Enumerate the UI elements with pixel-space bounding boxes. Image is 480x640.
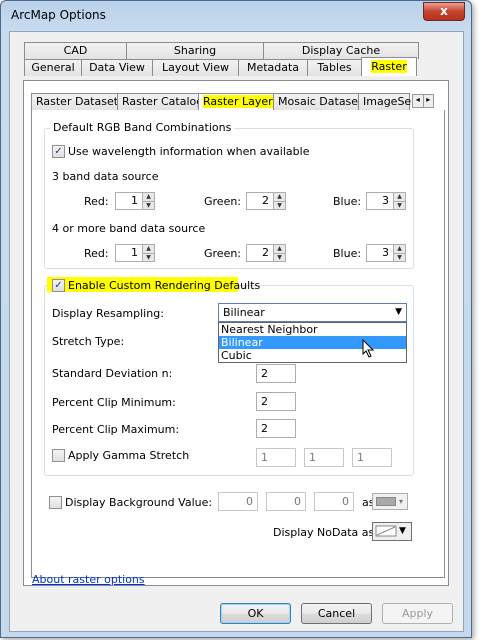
color-swatch-icon: [376, 497, 396, 506]
about-raster-options-link[interactable]: About raster options: [32, 573, 145, 586]
gamma-label: Apply Gamma Stretch: [68, 449, 190, 462]
background-label: Display Background Value:: [65, 496, 213, 509]
spin-up-icon: ▲: [146, 193, 151, 200]
chevron-down-icon: ▾: [399, 497, 404, 506]
gamma-blue-input[interactable]: 1: [352, 448, 392, 467]
scroll-right-icon[interactable]: ▸: [423, 94, 434, 108]
tab-row-2: General Data View Layout View Metadata T…: [24, 57, 417, 76]
three-band-green-spinner[interactable]: 2 ▲ ▼: [246, 192, 286, 210]
spin-down-icon: ▼: [143, 252, 154, 262]
stretch-type-label: Stretch Type:: [52, 335, 125, 348]
tab-layout-view[interactable]: Layout View: [152, 59, 239, 76]
subtab-raster-catalog[interactable]: Raster Catalog: [117, 93, 203, 110]
spin-down-icon: ▼: [394, 200, 405, 210]
enable-rendering-checkbox[interactable]: ✓: [52, 279, 65, 292]
tab-general[interactable]: General: [24, 59, 82, 76]
four-band-title: 4 or more band data source: [52, 222, 206, 235]
spin-down-icon: ▼: [394, 252, 405, 262]
cancel-button[interactable]: Cancel: [301, 603, 372, 624]
wavelength-label: Use wavelength information when availabl…: [68, 145, 310, 158]
clip-max-input[interactable]: 2: [256, 419, 296, 438]
four-band-green-spinner[interactable]: 2 ▲ ▼: [246, 244, 286, 262]
resampling-value: Bilinear: [223, 306, 265, 319]
wavelength-checkbox[interactable]: ✓: [52, 145, 65, 158]
option-nearest-neighbor[interactable]: Nearest Neighbor: [219, 323, 406, 336]
resampling-label: Display Resampling:: [52, 307, 164, 320]
red-label: Red:: [84, 195, 109, 208]
gamma-red-input[interactable]: 1: [256, 448, 296, 467]
green-label: Green:: [204, 195, 242, 208]
subtab-raster-dataset[interactable]: Raster Dataset: [31, 93, 118, 110]
clip-max-label: Percent Clip Maximum:: [52, 423, 180, 436]
tab-data-view[interactable]: Data View: [81, 59, 153, 76]
tab-cad[interactable]: CAD: [24, 42, 127, 59]
tab-sharing[interactable]: Sharing: [126, 42, 264, 59]
nodata-label: Display NoData as: [273, 526, 375, 539]
close-button[interactable]: x: [423, 2, 465, 21]
stddev-input[interactable]: 2: [256, 364, 296, 383]
clip-min-label: Percent Clip Minimum:: [52, 396, 176, 409]
subtab-row: Raster Dataset Raster Catalog Raster Lay…: [31, 93, 434, 110]
gamma-checkbox[interactable]: [52, 449, 65, 462]
mouse-cursor-icon: [362, 339, 375, 358]
spin-down-icon: ▼: [274, 200, 285, 210]
tab-tables[interactable]: Tables: [307, 59, 362, 76]
chevron-down-icon: ▼: [395, 307, 402, 317]
clip-min-input[interactable]: 2: [256, 392, 296, 411]
blue-label: Blue:: [333, 195, 362, 208]
resampling-dropdown[interactable]: Bilinear ▼: [218, 303, 407, 322]
window-title: ArcMap Options: [11, 8, 106, 22]
four-band-blue-spinner[interactable]: 3 ▲ ▼: [366, 244, 406, 262]
three-band-red-spinner[interactable]: 1 ▲ ▼: [115, 192, 155, 210]
background-value-3[interactable]: 0: [314, 492, 354, 511]
green-label: Green:: [204, 247, 242, 260]
subtab-image-service[interactable]: ImageSe: [358, 93, 411, 110]
background-checkbox[interactable]: [49, 496, 62, 509]
tab-row-1: CAD Sharing Display Cache: [24, 42, 419, 59]
apply-button[interactable]: Apply: [382, 603, 453, 624]
subtab-mosaic-dataset[interactable]: Mosaic Dataset: [273, 93, 362, 110]
blue-label: Blue:: [333, 247, 362, 260]
subtab-scroll: ◂ ▸: [412, 94, 434, 108]
background-value-1[interactable]: 0: [218, 492, 258, 511]
spin-up-icon: ▲: [277, 245, 282, 252]
spin-up-icon: ▲: [397, 245, 402, 252]
nodata-symbol-picker[interactable]: ▼: [372, 522, 412, 541]
nodata-symbol-icon: [375, 525, 397, 537]
spin-up-icon: ▲: [277, 193, 282, 200]
ok-button[interactable]: OK: [220, 603, 291, 624]
subtab-raster-layer[interactable]: Raster Layer: [198, 93, 274, 110]
resampling-options: Nearest Neighbor Bilinear Cubic: [218, 322, 407, 363]
three-band-title: 3 band data source: [52, 170, 159, 183]
scroll-left-icon[interactable]: ◂: [412, 94, 424, 108]
tab-raster[interactable]: Raster: [361, 57, 417, 76]
stddev-label: Standard Deviation n:: [52, 367, 173, 380]
spin-down-icon: ▼: [143, 200, 154, 210]
chevron-down-icon: ▼: [399, 526, 406, 536]
rgb-group-title: Default RGB Band Combinations: [50, 121, 235, 134]
option-bilinear[interactable]: Bilinear: [219, 336, 406, 349]
background-value-2[interactable]: 0: [266, 492, 306, 511]
four-band-red-spinner[interactable]: 1 ▲ ▼: [115, 244, 155, 262]
spin-up-icon: ▲: [397, 193, 402, 200]
gamma-green-input[interactable]: 1: [304, 448, 344, 467]
enable-rendering-label: Enable Custom Rendering Defaults: [68, 279, 261, 292]
spin-up-icon: ▲: [146, 245, 151, 252]
option-cubic[interactable]: Cubic: [219, 349, 406, 362]
tab-metadata[interactable]: Metadata: [238, 59, 308, 76]
red-label: Red:: [84, 247, 109, 260]
three-band-blue-spinner[interactable]: 3 ▲ ▼: [366, 192, 406, 210]
spin-down-icon: ▼: [274, 252, 285, 262]
close-icon: x: [440, 4, 448, 18]
background-color-picker[interactable]: ▾: [372, 493, 408, 510]
